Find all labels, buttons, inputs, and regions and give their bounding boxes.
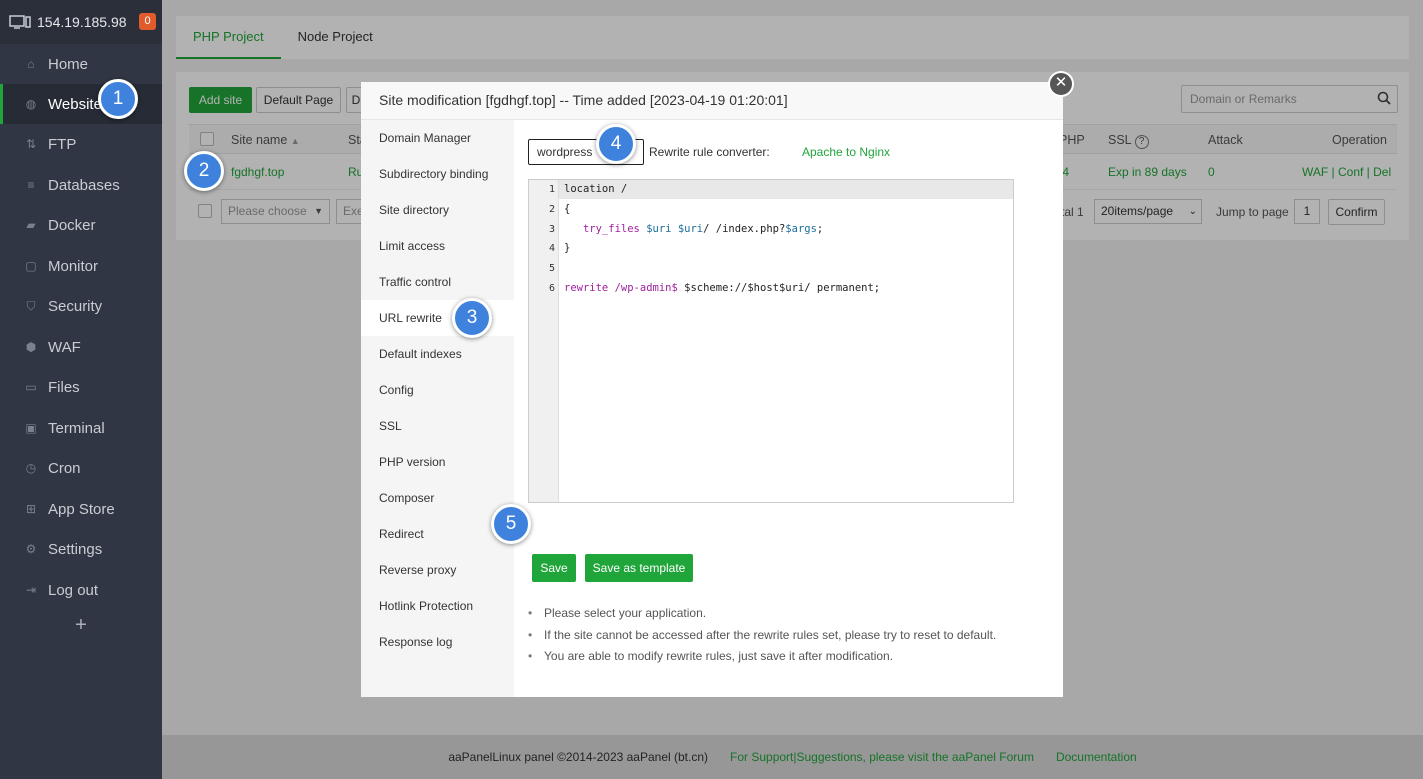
server-monitor-icon	[9, 15, 31, 29]
sidebar-item-docker[interactable]: ▰ Docker	[0, 205, 162, 245]
tip-item: Please select your application.	[528, 606, 996, 628]
sidebar-item-waf[interactable]: ⬢ WAF	[0, 327, 162, 367]
converter-label: Rewrite rule converter:	[649, 145, 770, 159]
sidebar-item-cron[interactable]: ◷ Cron	[0, 448, 162, 488]
line-number: 5	[548, 263, 555, 274]
line-number: 6	[548, 283, 555, 294]
server-ip: 154.19.185.98	[37, 14, 127, 30]
rewrite-code-editor[interactable]: 1 2 3 4 5 6 location / { try_files $uri …	[528, 179, 1014, 503]
dialog-title: Site modification [fgdhgf.top] -- Time a…	[361, 82, 1063, 120]
grid-icon: ⊞	[25, 502, 37, 516]
code-line-6: rewrite /wp-admin$ $scheme://$host$uri/ …	[564, 282, 881, 294]
terminal-icon: ▣	[25, 421, 37, 435]
line-number: 3	[548, 224, 555, 235]
step-marker-4: 4	[596, 124, 636, 164]
code-line-3: try_files $uri $uri/ /index.php?$args;	[564, 223, 824, 235]
docker-icon: ▰	[26, 218, 36, 232]
code-line-1: location /	[564, 183, 628, 195]
dialog-side-menu: Domain Manager Subdirectory binding Site…	[361, 120, 514, 697]
folder-icon: ▭	[25, 380, 37, 394]
url-rewrite-panel: wordpress Rewrite rule converter: Apache…	[514, 120, 1063, 697]
sidebar-item-logout[interactable]: ⇥ Log out	[0, 570, 162, 610]
menu-composer[interactable]: Composer	[361, 480, 514, 516]
step-marker-2: 2	[184, 151, 224, 191]
menu-config[interactable]: Config	[361, 372, 514, 408]
sidebar-item-databases[interactable]: ≡ Databases	[0, 165, 162, 205]
menu-site-directory[interactable]: Site directory	[361, 192, 514, 228]
database-icon: ≡	[27, 178, 35, 192]
ftp-icon: ⇅	[25, 137, 37, 151]
step-marker-1: 1	[98, 79, 138, 119]
site-modification-dialog: Site modification [fgdhgf.top] -- Time a…	[361, 82, 1063, 697]
menu-default-indexes[interactable]: Default indexes	[361, 336, 514, 372]
step-marker-5: 5	[491, 504, 531, 544]
tip-item: If the site cannot be accessed after the…	[528, 628, 996, 650]
logout-icon: ⇥	[25, 583, 37, 597]
notification-badge[interactable]: 0	[139, 13, 156, 30]
sidebar-item-files[interactable]: ▭ Files	[0, 367, 162, 407]
menu-domain-manager[interactable]: Domain Manager	[361, 120, 514, 156]
help-tips: Please select your application. If the s…	[528, 606, 996, 671]
sidebar-item-terminal[interactable]: ▣ Terminal	[0, 408, 162, 448]
tip-item: You are able to modify rewrite rules, ju…	[528, 649, 996, 671]
home-icon: ⌂	[27, 57, 35, 71]
waf-icon: ⬢	[25, 340, 37, 354]
globe-icon: ◍	[25, 97, 37, 111]
clock-icon: ◷	[25, 461, 37, 475]
sidebar-item-website[interactable]: ◍ Website	[0, 84, 162, 124]
line-number: 1	[548, 184, 555, 195]
sidebar-item-app-store[interactable]: ⊞ App Store	[0, 489, 162, 529]
save-as-template-button[interactable]: Save as template	[585, 554, 693, 582]
sidebar-add-button[interactable]: +	[0, 614, 162, 637]
line-gutter: 1 2 3 4 5 6	[529, 180, 559, 502]
menu-subdirectory-binding[interactable]: Subdirectory binding	[361, 156, 514, 192]
line-number: 4	[548, 243, 555, 254]
menu-reverse-proxy[interactable]: Reverse proxy	[361, 552, 514, 588]
menu-php-version[interactable]: PHP version	[361, 444, 514, 480]
menu-limit-access[interactable]: Limit access	[361, 228, 514, 264]
shield-icon: ⛉	[26, 298, 36, 313]
apache-to-nginx-link[interactable]: Apache to Nginx	[802, 145, 890, 159]
close-dialog-button[interactable]: ✕	[1048, 71, 1074, 97]
server-header: 154.19.185.98	[0, 0, 162, 44]
gear-icon: ⚙	[25, 542, 37, 556]
menu-traffic-control[interactable]: Traffic control	[361, 264, 514, 300]
save-button[interactable]: Save	[532, 554, 576, 582]
monitor-icon: ▢	[25, 259, 37, 273]
menu-hotlink-protection[interactable]: Hotlink Protection	[361, 588, 514, 624]
sidebar-item-security[interactable]: ⛉ Security	[0, 286, 162, 326]
sidebar-item-monitor[interactable]: ▢ Monitor	[0, 246, 162, 286]
step-marker-3: 3	[452, 298, 492, 338]
menu-response-log[interactable]: Response log	[361, 624, 514, 660]
line-number: 2	[548, 204, 555, 215]
sidebar: 154.19.185.98 0 ⌂ Home ◍ Website ⇅ FTP ≡ Dat…	[0, 0, 162, 779]
code-line-2: {	[564, 203, 571, 215]
sidebar-item-settings[interactable]: ⚙ Settings	[0, 529, 162, 569]
sidebar-item-ftp[interactable]: ⇅ FTP	[0, 124, 162, 164]
code-line-4: }	[564, 242, 571, 254]
menu-ssl[interactable]: SSL	[361, 408, 514, 444]
sidebar-item-home[interactable]: ⌂ Home	[0, 44, 162, 84]
